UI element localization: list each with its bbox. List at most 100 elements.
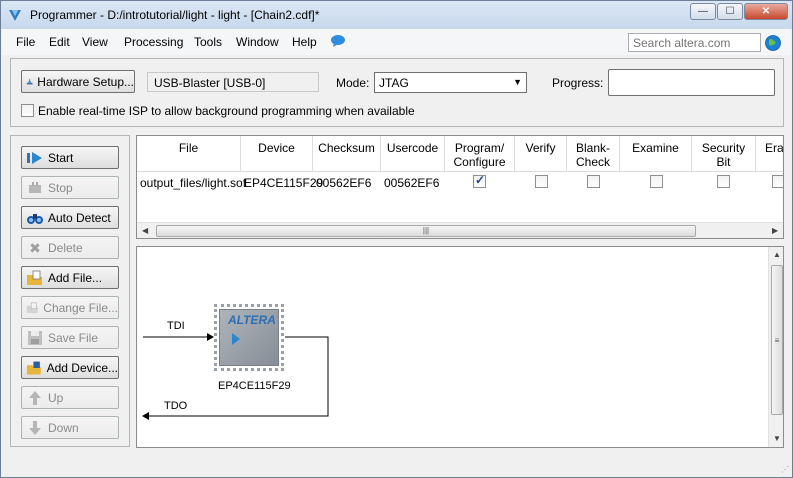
globe-icon[interactable]	[765, 35, 781, 51]
column-header-device[interactable]: Device	[241, 136, 313, 172]
menu-window[interactable]: Window	[236, 35, 279, 49]
chip-body: ALTERA	[219, 309, 279, 366]
verify-checkbox[interactable]	[535, 175, 548, 188]
hardware-setup-button[interactable]: Hardware Setup...	[21, 70, 135, 93]
scroll-left-arrow-icon[interactable]: ◀	[142, 226, 148, 235]
up-button[interactable]: Up	[21, 386, 119, 409]
column-header-examine[interactable]: Examine	[620, 136, 692, 172]
status-bar: ⋰	[1, 453, 792, 477]
save-icon	[28, 330, 42, 345]
stop-button[interactable]: Stop	[21, 176, 119, 199]
down-label: Down	[48, 420, 79, 435]
change-file-button[interactable]: Change File...	[21, 296, 119, 319]
start-label: Start	[48, 150, 74, 165]
delete-icon: ✖	[29, 239, 41, 256]
change-file-label: Change File...	[43, 300, 118, 315]
stop-icon	[29, 181, 41, 193]
examine-checkbox[interactable]	[650, 175, 663, 188]
add-device-icon	[26, 361, 41, 374]
cell-device: EP4CE115F29	[244, 176, 324, 190]
binoculars-icon	[27, 213, 43, 224]
stop-label: Stop	[48, 180, 73, 195]
column-header-blank-check[interactable]: Blank- Check	[567, 136, 620, 172]
column-header-verify[interactable]: Verify	[515, 136, 567, 172]
delete-label: Delete	[48, 240, 83, 255]
add-file-icon	[27, 270, 42, 285]
add-device-button[interactable]: Add Device...	[21, 356, 119, 379]
mode-label: Mode:	[336, 76, 370, 90]
column-header-usercode[interactable]: Usercode	[381, 136, 445, 172]
security-bit-checkbox[interactable]	[717, 175, 730, 188]
tdo-label: TDO	[164, 400, 188, 412]
menu-edit[interactable]: Edit	[49, 35, 70, 49]
progress-bar	[608, 69, 775, 96]
programmer-window: Programmer - D:/introtutorial/light - li…	[0, 0, 793, 478]
column-header-checksum[interactable]: Checksum	[313, 136, 381, 172]
horizontal-scroll-thumb[interactable]: |||	[156, 225, 696, 237]
down-button[interactable]: Down	[21, 416, 119, 439]
blank-check-checkbox[interactable]	[587, 175, 600, 188]
start-button[interactable]: Start	[21, 146, 119, 169]
fpga-device-chip[interactable]: ALTERA	[214, 304, 284, 371]
altera-logo: ALTERA	[228, 313, 276, 327]
jtag-chain-diagram: TDI TDO ALTERA EP4CE115F29 ▲ ≡ ▼	[136, 246, 784, 448]
isp-label: Enable real-time ISP to allow background…	[38, 104, 415, 118]
vertical-scrollbar[interactable]: ▲ ≡ ▼	[768, 247, 783, 447]
hardware-setup-label: Hardware Setup...	[37, 74, 134, 89]
add-file-label: Add File...	[48, 270, 103, 285]
mode-value: JTAG	[379, 76, 409, 90]
menu-bar: File Edit View Processing Tools Window H…	[2, 29, 791, 55]
scroll-down-arrow-icon[interactable]: ▼	[773, 434, 781, 443]
search-input[interactable]	[628, 33, 761, 52]
hardware-panel: Hardware Setup... USB-Blaster [USB-0] Mo…	[10, 58, 784, 127]
up-label: Up	[48, 390, 64, 405]
delete-button[interactable]: ✖ Delete	[21, 236, 119, 259]
add-file-button[interactable]: Add File...	[21, 266, 119, 289]
program-configure-checkbox[interactable]	[473, 173, 486, 188]
auto-detect-label: Auto Detect	[48, 210, 111, 225]
hardware-device-field: USB-Blaster [USB-0]	[147, 72, 319, 92]
cell-usercode: 00562EF6	[384, 176, 440, 190]
isp-checkbox[interactable]	[21, 104, 34, 117]
progress-label: Progress:	[552, 76, 604, 90]
chip-device-name: EP4CE115F29	[218, 380, 291, 392]
column-header-program-configure[interactable]: Program/ Configure	[445, 136, 515, 172]
down-arrow-icon	[29, 420, 41, 435]
menu-file[interactable]: File	[16, 35, 35, 49]
change-file-icon	[26, 302, 38, 313]
column-header-erase[interactable]: Erase	[756, 136, 783, 172]
minimize-button[interactable]: —	[690, 3, 716, 20]
cell-file: output_files/light.sof	[140, 176, 247, 190]
programmer-app-icon	[9, 10, 21, 21]
save-file-button[interactable]: Save File	[21, 326, 119, 349]
horizontal-scrollbar[interactable]: ◀ ||| ▶	[137, 222, 783, 238]
menu-view[interactable]: View	[82, 35, 108, 49]
resize-grip-icon[interactable]: ⋰	[781, 465, 789, 474]
action-button-panel: Start Stop Auto Detect ✖ Delete Add File…	[10, 135, 130, 447]
window-controls: — ☐ ✕	[689, 3, 788, 20]
tdi-label: TDI	[167, 320, 185, 332]
cell-checksum: 00562EF6	[316, 176, 372, 190]
erase-checkbox[interactable]	[772, 175, 783, 188]
column-header-file[interactable]: File	[137, 136, 241, 172]
title-bar: Programmer - D:/introtutorial/light - li…	[1, 1, 792, 29]
menu-processing[interactable]: Processing	[124, 35, 183, 49]
mode-select[interactable]: JTAG ▼	[374, 72, 527, 93]
scroll-right-arrow-icon[interactable]: ▶	[772, 226, 778, 235]
auto-detect-button[interactable]: Auto Detect	[21, 206, 119, 229]
column-header-security-bit[interactable]: Security Bit	[692, 136, 756, 172]
help-bubble-icon[interactable]	[330, 34, 346, 48]
vertical-scroll-thumb[interactable]: ≡	[771, 265, 783, 415]
up-arrow-icon	[29, 390, 41, 405]
play-arrow-icon	[232, 333, 240, 345]
maximize-button[interactable]: ☐	[717, 3, 743, 20]
menu-help[interactable]: Help	[292, 35, 317, 49]
add-device-label: Add Device...	[46, 360, 118, 375]
scroll-up-arrow-icon[interactable]: ▲	[773, 250, 781, 259]
menu-tools[interactable]: Tools	[194, 35, 222, 49]
file-table: File Device Checksum Usercode Program/ C…	[136, 135, 784, 239]
window-title: Programmer - D:/introtutorial/light - li…	[30, 8, 320, 22]
close-button[interactable]: ✕	[744, 3, 788, 20]
save-file-label: Save File	[48, 330, 99, 345]
start-icon	[27, 151, 42, 164]
